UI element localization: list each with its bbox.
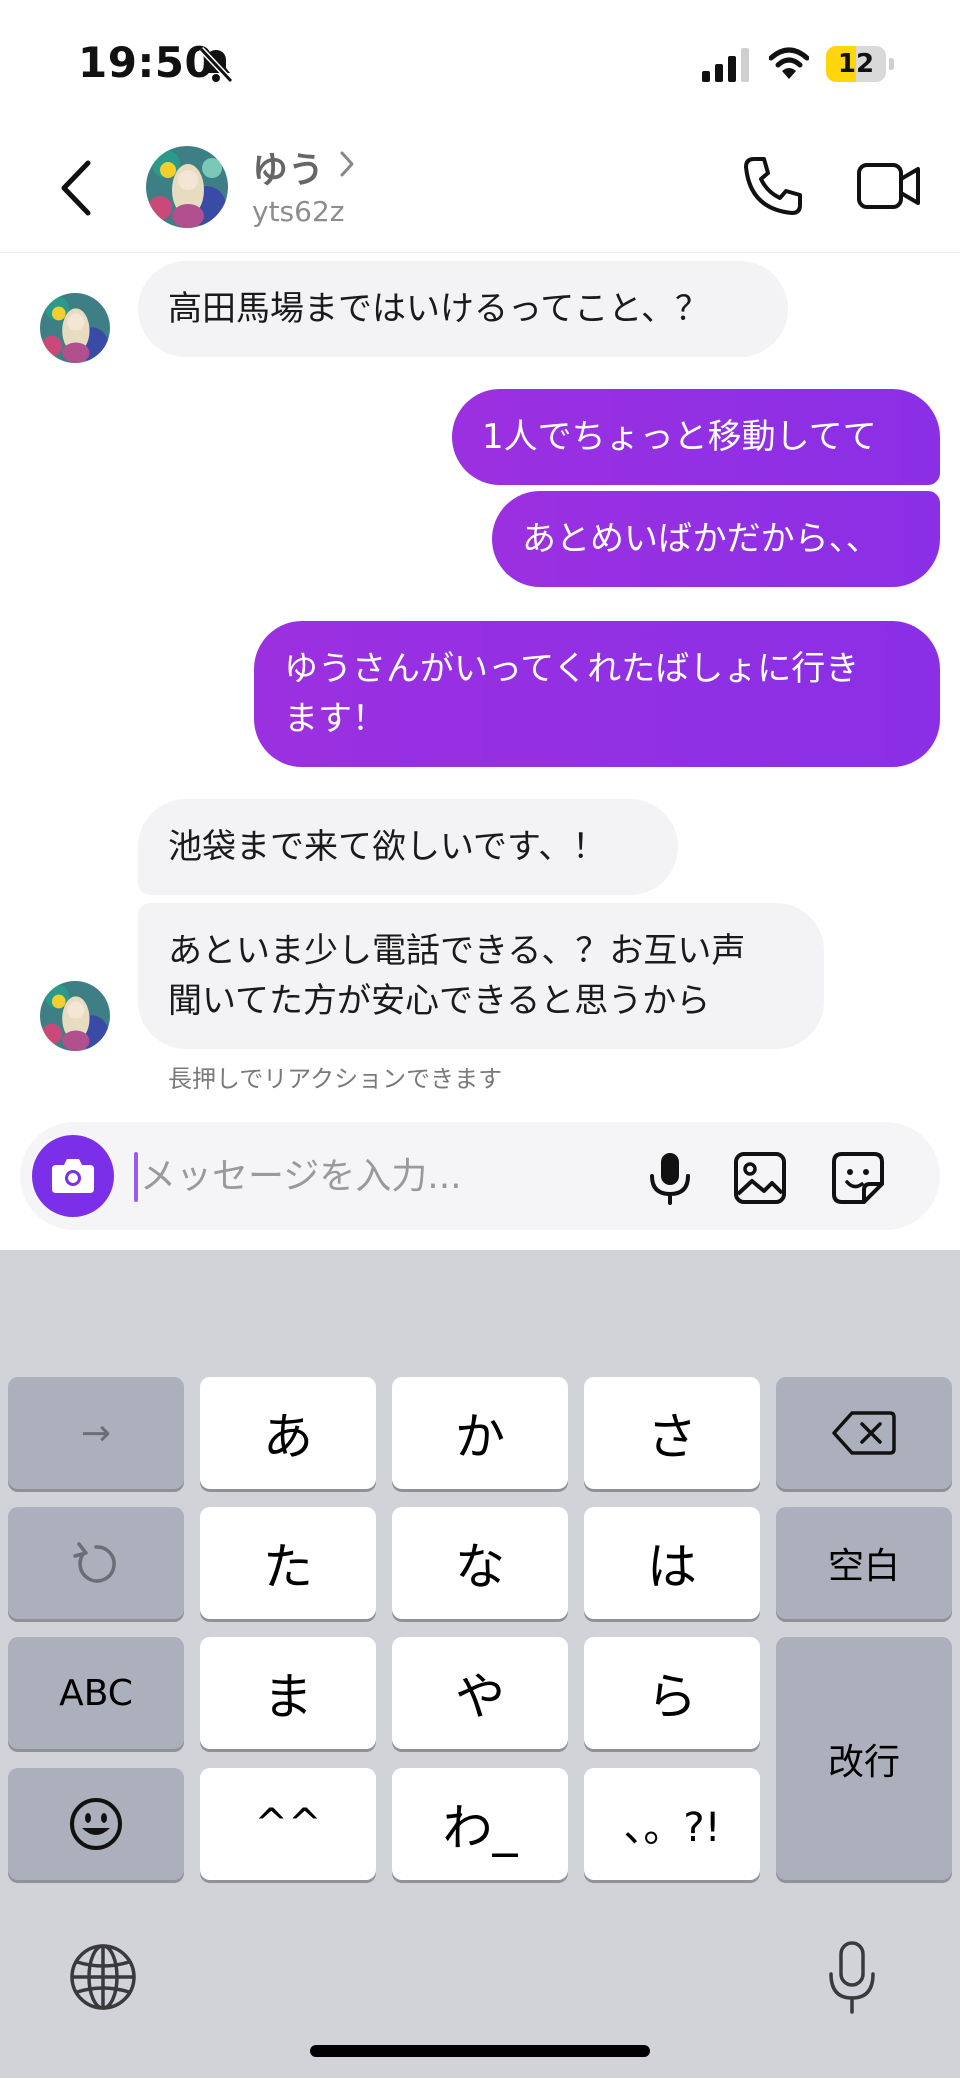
globe-icon[interactable] (68, 1942, 138, 2012)
key-next[interactable]: → (8, 1377, 184, 1489)
text-caret (134, 1152, 138, 1202)
message-text: 高田馬場まではいけるってこと、？ (168, 289, 709, 329)
delete-icon (832, 1411, 896, 1455)
key-undo[interactable] (8, 1507, 184, 1619)
key-space[interactable]: 空白 (776, 1507, 952, 1619)
contact-avatar[interactable] (146, 146, 228, 228)
key-punctuation[interactable]: 、。?! (584, 1768, 760, 1880)
message-bubble-incoming[interactable]: あといま少し電話できる、？お互い声 聞いてた方が安心できると思うから (138, 903, 824, 1049)
message-bubble-incoming[interactable]: 高田馬場まではいけるってこと、？ (138, 261, 788, 357)
key-ya[interactable]: や (392, 1637, 568, 1749)
back-button[interactable] (52, 155, 102, 221)
message-list[interactable]: 高田馬場まではいけるってこと、？ 1人でちょっと移動してて あとめいばかだから、… (0, 253, 960, 1093)
message-input[interactable] (140, 1146, 630, 1206)
key-na[interactable]: な (392, 1507, 568, 1619)
message-text-line: 聞いてた方が安心できると思うから (168, 981, 711, 1021)
key-wa[interactable]: わ_ (392, 1768, 568, 1880)
message-text: 池袋まで来て欲しいです、！ (168, 827, 607, 867)
reaction-hint: 長押しでリアクションできます (168, 1065, 503, 1093)
key-sa[interactable]: さ (584, 1377, 760, 1489)
chat-header: ゆう yts62z (0, 125, 960, 253)
key-emoji[interactable] (8, 1768, 184, 1880)
message-text: あとめいばかだから、、 (522, 519, 880, 559)
bell-off-icon (198, 46, 234, 84)
video-call-button[interactable] (856, 157, 922, 215)
status-time: 19:50 (78, 38, 215, 87)
battery-icon: 12 (826, 46, 894, 82)
message-composer (20, 1122, 940, 1230)
message-bubble-incoming[interactable]: 池袋まで来て欲しいです、！ (138, 799, 678, 895)
message-bubble-outgoing[interactable]: ゆうさんがいってくれたばしょに行き ます！ (254, 621, 940, 767)
battery-percent: 12 (837, 49, 875, 79)
key-return[interactable]: 改行 (776, 1637, 952, 1880)
message-text-line: ゆうさんがいってくれたばしょに行き (284, 649, 860, 689)
message-text-line: あといま少し電話できる、？お互い声 (168, 931, 746, 971)
undo-icon (73, 1542, 116, 1583)
key-abc[interactable]: ABC (8, 1637, 184, 1749)
home-indicator[interactable] (310, 2045, 650, 2057)
key-delete[interactable] (776, 1377, 952, 1489)
sender-avatar[interactable] (40, 981, 110, 1051)
key-ta[interactable]: た (200, 1507, 376, 1619)
wifi-icon (769, 47, 809, 79)
key-a[interactable]: あ (200, 1377, 376, 1489)
key-ka[interactable]: か (392, 1377, 568, 1489)
camera-button[interactable] (32, 1135, 114, 1217)
image-button[interactable] (732, 1150, 788, 1206)
microphone-button[interactable] (644, 1150, 696, 1206)
key-ra[interactable]: ら (584, 1637, 760, 1749)
message-bubble-outgoing[interactable]: 1人でちょっと移動してて (452, 389, 940, 485)
dictation-mic-icon[interactable] (824, 1940, 880, 2016)
message-bubble-outgoing[interactable]: あとめいばかだから、、 (492, 491, 940, 587)
message-text: 1人でちょっと移動してて (482, 417, 877, 457)
message-text-line: ます！ (284, 699, 386, 739)
contact-name[interactable]: ゆう (252, 141, 324, 193)
phone-call-button[interactable] (740, 153, 806, 219)
sender-avatar[interactable] (40, 293, 110, 363)
sticker-button[interactable] (830, 1150, 886, 1206)
signal-icon (702, 48, 749, 82)
key-ha[interactable]: は (584, 1507, 760, 1619)
key-kaomoji[interactable]: ^^ (200, 1768, 376, 1880)
camera-icon (52, 1159, 94, 1193)
contact-handle: yts62z (252, 195, 345, 228)
status-bar: 19:50 12 (0, 0, 960, 125)
key-ma[interactable]: ま (200, 1637, 376, 1749)
emoji-icon (70, 1798, 122, 1850)
chevron-right-icon[interactable] (336, 147, 358, 181)
keyboard: → ABC あ か さ た な は ま や ら ^^ わ_ 、。?! 空白 改行 (0, 1250, 960, 2078)
